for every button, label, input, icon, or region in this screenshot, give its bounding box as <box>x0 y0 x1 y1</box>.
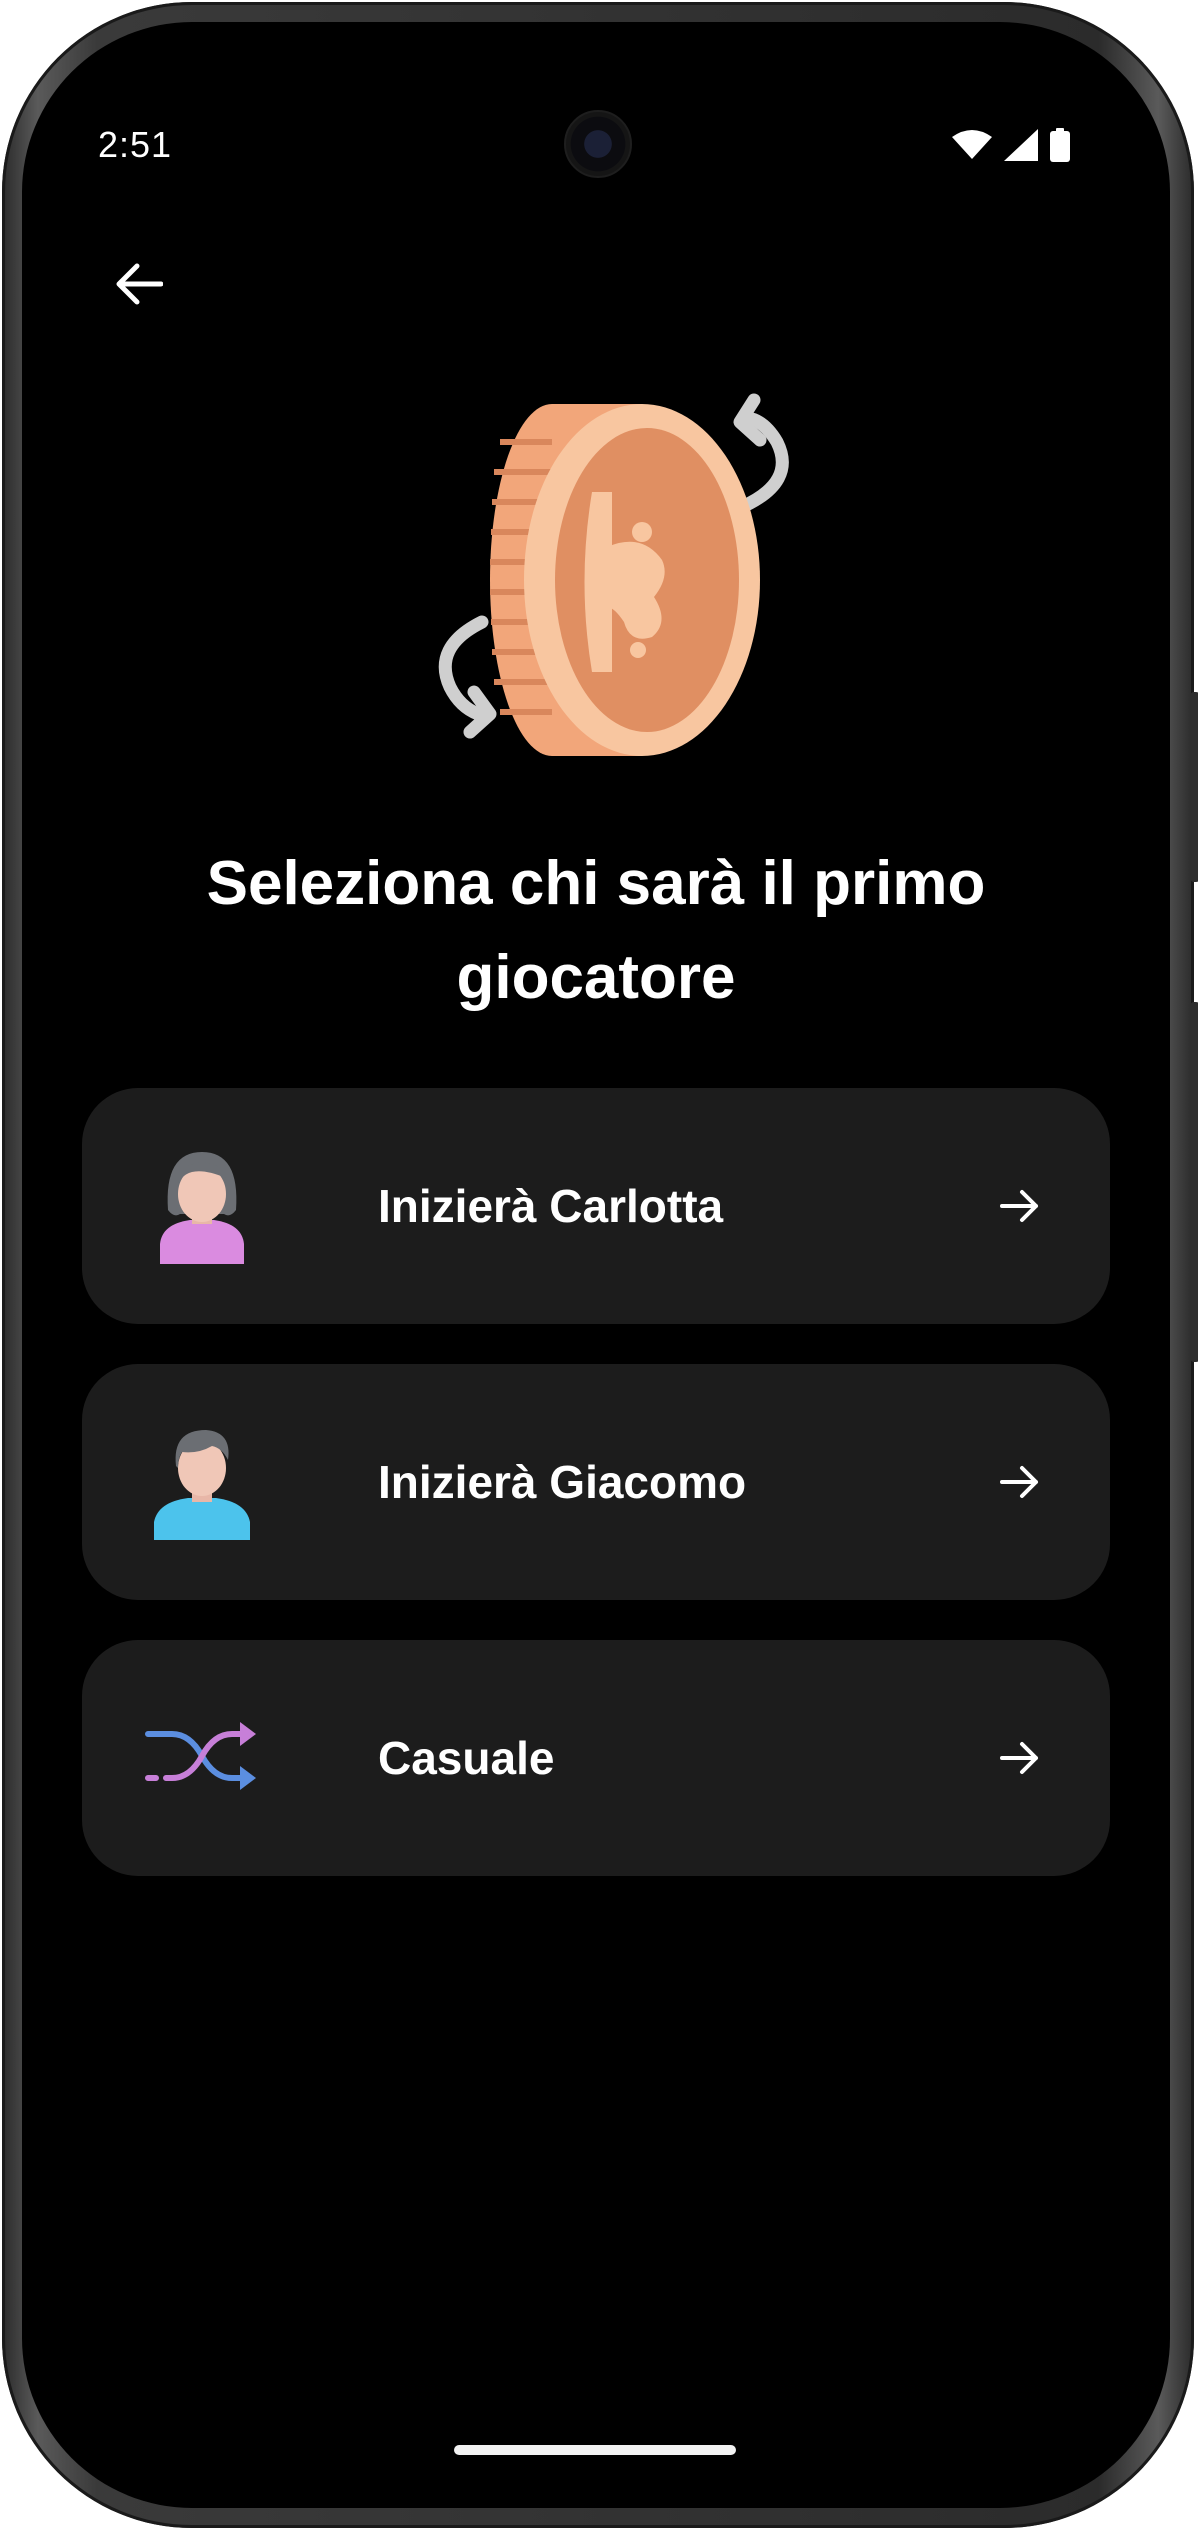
hero-illustration <box>402 382 822 782</box>
option-carlotta[interactable]: Inizierà Carlotta <box>82 1088 1110 1324</box>
home-indicator[interactable] <box>454 2445 736 2455</box>
female-avatar-icon <box>160 1152 244 1264</box>
cellular-signal-icon <box>1004 129 1038 161</box>
volume-button <box>1190 692 1198 882</box>
back-button[interactable] <box>98 244 178 324</box>
app-screen: 2:51 Seleziona chi sarà il primo giocato… <box>22 22 1170 2508</box>
wifi-icon <box>952 130 992 159</box>
option-random[interactable]: Casuale <box>82 1640 1110 1876</box>
battery-icon <box>1050 128 1070 162</box>
shuffle-icon <box>145 1722 256 1790</box>
status-icons <box>952 128 1070 162</box>
status-time: 2:51 <box>98 124 173 165</box>
arrow-left-icon <box>116 263 163 305</box>
option-giacomo[interactable]: Inizierà Giacomo <box>82 1364 1110 1600</box>
option-label: Inizierà Giacomo <box>378 1456 747 1508</box>
option-label: Inizierà Carlotta <box>378 1180 724 1232</box>
option-label: Casuale <box>378 1732 555 1784</box>
page-title: Seleziona chi sarà il primo giocatore <box>206 849 986 1012</box>
phone-device: 2:51 Seleziona chi sarà il primo giocato… <box>0 0 1198 2531</box>
power-button <box>1190 1002 1198 1362</box>
male-avatar-icon <box>154 1430 250 1540</box>
arrow-right-icon <box>1000 1466 1038 1498</box>
coin-flip-icon <box>438 393 789 756</box>
arrow-right-icon <box>1000 1190 1038 1222</box>
front-camera <box>564 110 632 178</box>
arrow-right-icon <box>1000 1742 1038 1774</box>
